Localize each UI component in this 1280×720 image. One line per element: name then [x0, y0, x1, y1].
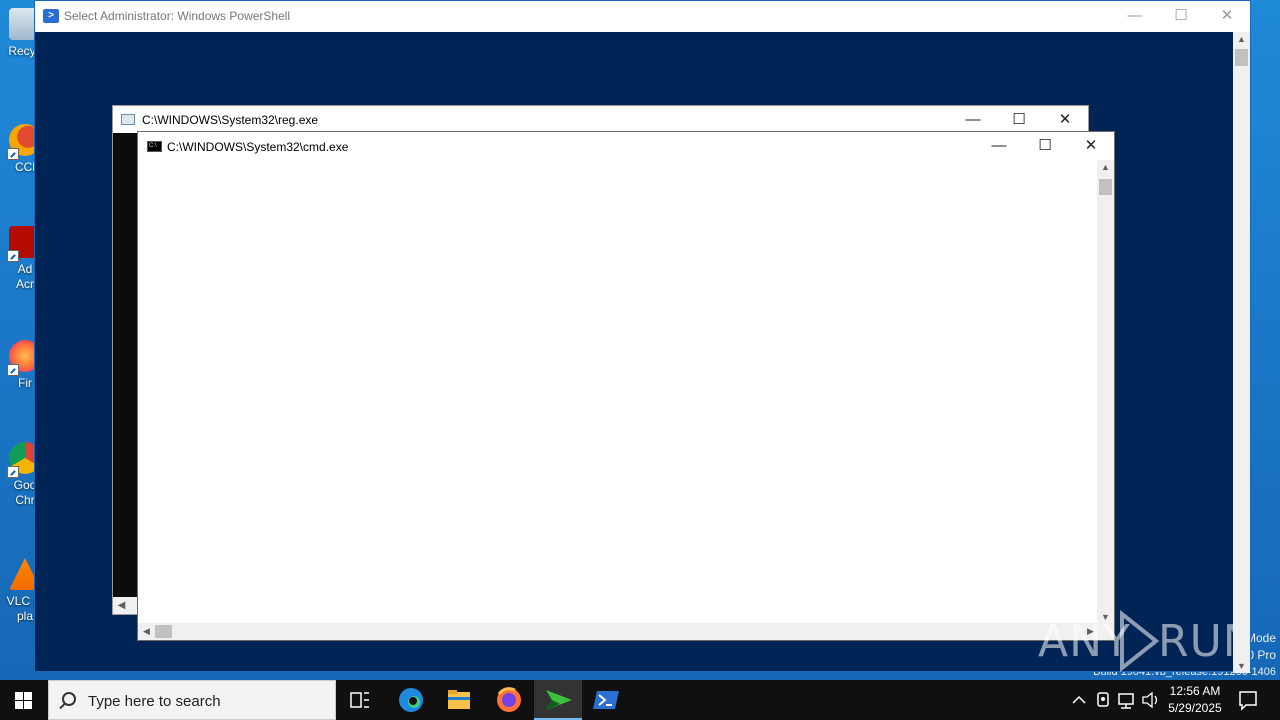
scrollbar-thumb[interactable] [155, 625, 172, 638]
close-button[interactable]: ✕ [1204, 1, 1250, 31]
clock-date: 5/29/2025 [1168, 701, 1222, 715]
cmd-horizontal-scrollbar[interactable]: ◀ ▶ [138, 623, 1099, 640]
powershell-icon [593, 691, 619, 709]
close-button[interactable]: ✕ [1068, 132, 1114, 160]
anyrun-logo-text-any: ANY [1038, 616, 1131, 667]
cmd-exe-titlebar[interactable]: C:\ C:\WINDOWS\System32\cmd.exe — ☐ ✕ [138, 132, 1114, 160]
show-hidden-icons[interactable] [1068, 680, 1090, 720]
taskbar-powershell[interactable] [582, 680, 630, 720]
shortcut-arrow-icon [7, 148, 19, 160]
notification-icon [1239, 691, 1257, 711]
taskbar-file-explorer[interactable] [435, 680, 483, 720]
tray-security[interactable] [1092, 680, 1114, 720]
cmd-exe-window[interactable]: C:\ C:\WINDOWS\System32\cmd.exe — ☐ ✕ ▲ … [137, 131, 1115, 641]
windows-logo-icon-part [24, 692, 32, 700]
windows-logo-icon [15, 692, 23, 700]
scrollbar-thumb[interactable] [1235, 49, 1248, 66]
tray-volume[interactable] [1140, 680, 1162, 720]
scroll-down-icon[interactable]: ▼ [1233, 661, 1250, 671]
action-center-button[interactable] [1232, 680, 1264, 720]
chevron-up-icon [1072, 695, 1086, 704]
network-icon [1118, 693, 1134, 709]
powershell-vertical-scrollbar[interactable]: ▲ ▼ [1233, 32, 1250, 673]
anyrun-logo: ANY RUN [1038, 610, 1233, 672]
clock-time: 12:56 AM [1169, 684, 1221, 698]
taskbar: 12:56 AM 5/29/2025 [0, 680, 1280, 720]
minimize-button[interactable]: — [976, 132, 1022, 160]
reg-exe-titlebar[interactable]: C:\WINDOWS\System32\reg.exe — ☐ ✕ [113, 106, 1088, 133]
maximize-button[interactable]: ☐ [1158, 1, 1204, 31]
search-icon [62, 692, 76, 706]
scrollbar-thumb[interactable] [1099, 179, 1112, 195]
taskbar-clock[interactable]: 12:56 AM 5/29/2025 [1160, 683, 1230, 717]
anyrun-logo-text-run: RUN [1158, 616, 1233, 667]
close-button[interactable]: ✕ [1042, 106, 1088, 133]
scroll-left-icon[interactable]: ◀ [113, 597, 130, 614]
volume-icon [1142, 691, 1158, 709]
cmd-exe-title: C:\WINDOWS\System32\cmd.exe [167, 140, 349, 154]
shortcut-arrow-icon [7, 466, 19, 478]
task-view-icon [350, 692, 369, 708]
scroll-left-icon[interactable]: ◀ [138, 626, 155, 637]
shortcut-arrow-icon [7, 364, 19, 376]
shortcut-arrow-icon [7, 250, 19, 262]
taskbar-edge[interactable] [387, 680, 435, 720]
search-input[interactable] [88, 691, 328, 711]
tray-network[interactable] [1115, 680, 1139, 720]
powershell-title: Select Administrator: Windows PowerShell [64, 9, 291, 23]
windows-logo-icon-part [24, 701, 32, 709]
powershell-icon: > [43, 9, 59, 23]
start-button[interactable] [0, 680, 48, 720]
minimize-button[interactable]: — [950, 106, 996, 133]
reg-exe-icon [121, 114, 135, 125]
anyrun-icon [546, 690, 572, 710]
windows-logo-icon-part [15, 701, 23, 709]
taskbar-anyrun[interactable] [534, 680, 582, 720]
maximize-button[interactable]: ☐ [996, 106, 1042, 133]
taskbar-search-box[interactable] [48, 680, 336, 720]
scroll-up-icon[interactable]: ▲ [1097, 162, 1114, 172]
cmd-console-area[interactable] [138, 160, 1099, 624]
minimize-button[interactable]: — [1112, 1, 1158, 31]
taskbar-firefox[interactable] [485, 680, 533, 720]
reg-exe-title: C:\WINDOWS\System32\reg.exe [142, 113, 319, 127]
cmd-vertical-scrollbar[interactable]: ▲ ▼ [1097, 160, 1114, 624]
scroll-up-icon[interactable]: ▲ [1233, 34, 1250, 44]
edge-icon [399, 688, 423, 712]
security-icon [1097, 692, 1109, 707]
maximize-button[interactable]: ☐ [1022, 132, 1068, 160]
cmd-icon: C:\ [147, 141, 162, 152]
folder-icon [448, 690, 470, 709]
firefox-icon [497, 687, 521, 712]
powershell-titlebar[interactable]: > Select Administrator: Windows PowerShe… [35, 1, 1250, 32]
taskbar-task-view[interactable] [336, 680, 384, 720]
